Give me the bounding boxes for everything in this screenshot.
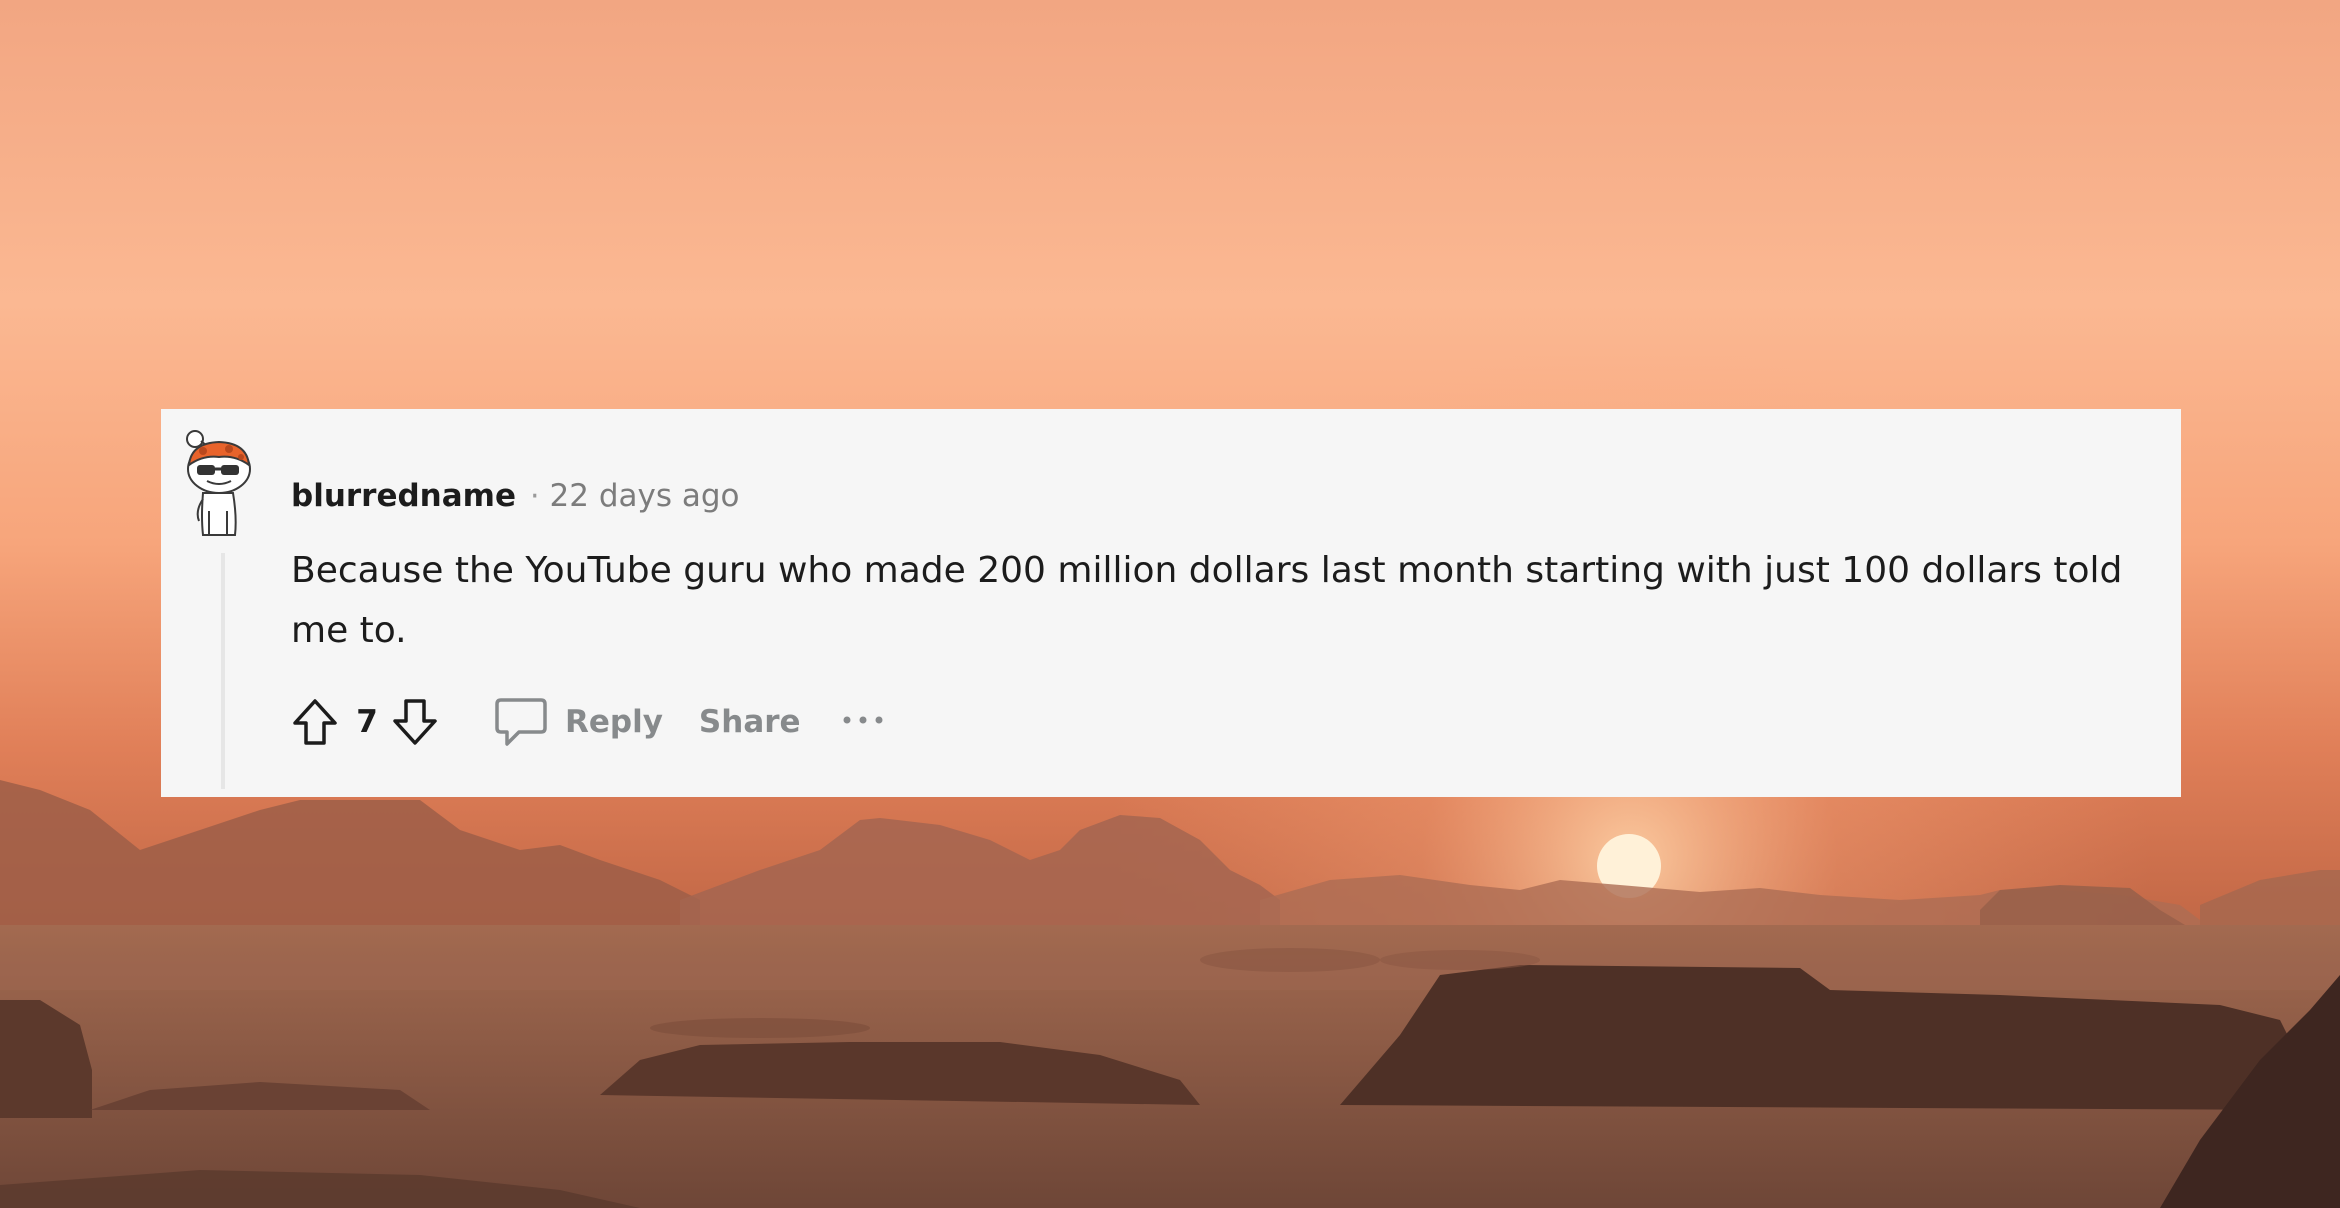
speech-bubble-icon [495, 698, 547, 746]
upvote-button[interactable] [287, 693, 343, 751]
share-button[interactable]: Share [699, 704, 801, 740]
comment-card: blurredname · 22 days ago Because the Yo… [161, 409, 2181, 797]
avatar[interactable] [179, 425, 257, 541]
comment-meta: blurredname · 22 days ago [291, 471, 740, 521]
more-options-button[interactable] [839, 702, 891, 742]
downvote-button[interactable] [387, 693, 443, 751]
author-username[interactable]: blurredname [291, 478, 516, 514]
comment-body: Because the YouTube guru who made 200 mi… [291, 550, 2123, 651]
ellipsis-icon [843, 716, 883, 724]
comment-action-bar: 7 Reply Share [287, 691, 891, 753]
reply-button[interactable]: Reply [493, 694, 663, 750]
arrow-down-icon [393, 699, 437, 745]
comment-timestamp[interactable]: 22 days ago [550, 478, 740, 514]
meta-separator: · [530, 478, 540, 514]
vote-score: 7 [356, 704, 378, 740]
arrow-up-icon [293, 699, 337, 745]
screenshot-canvas: blurredname · 22 days ago Because the Yo… [0, 0, 2340, 1208]
reply-label: Reply [565, 704, 663, 740]
share-label: Share [698, 704, 801, 740]
thread-line[interactable] [221, 553, 225, 789]
